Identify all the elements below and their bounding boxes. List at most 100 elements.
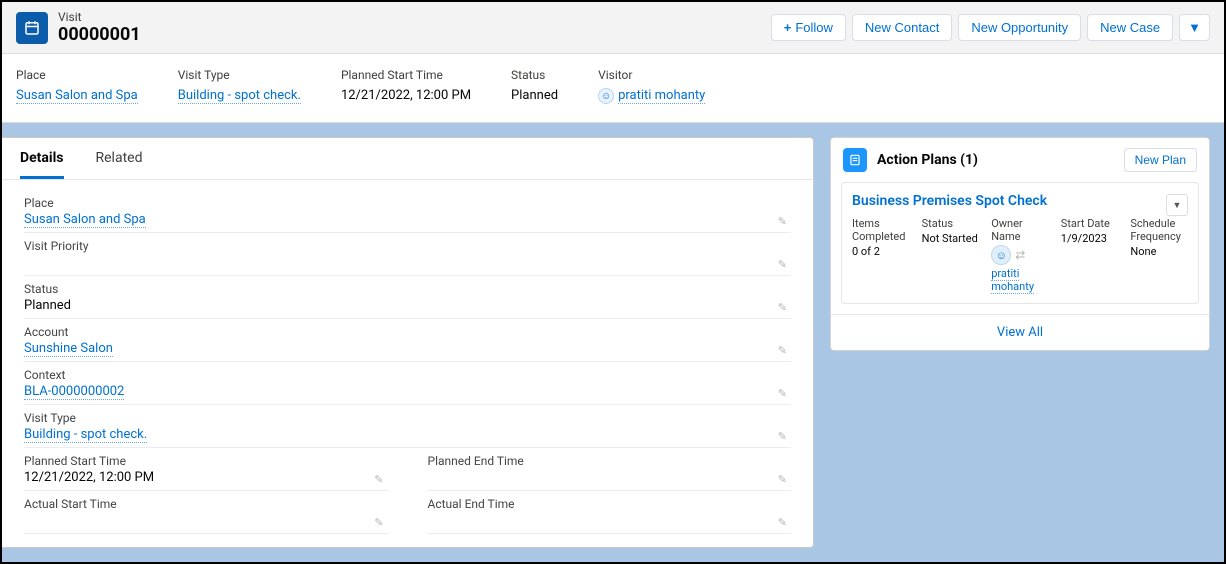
field-context: Context BLA-0000000002 ✎ bbox=[24, 362, 791, 405]
highlight-visit-type: Visit Type Building - spot check. bbox=[178, 68, 301, 104]
plan-menu-button[interactable]: ▼ bbox=[1166, 194, 1188, 216]
highlights-panel: Place Susan Salon and Spa Visit Type Bui… bbox=[2, 54, 1224, 123]
field-visit-priority: Visit Priority ✎ bbox=[24, 233, 791, 276]
highlight-status-label: Status bbox=[511, 68, 558, 82]
highlight-planned-start-value: 12/21/2022, 12:00 PM bbox=[341, 88, 471, 103]
action-plan-name-link[interactable]: Business Premises Spot Check bbox=[852, 193, 1166, 209]
edit-icon[interactable]: ✎ bbox=[778, 516, 787, 529]
edit-icon[interactable]: ✎ bbox=[374, 516, 383, 529]
edit-icon[interactable]: ✎ bbox=[778, 430, 787, 443]
new-opportunity-button[interactable]: New Opportunity bbox=[958, 14, 1081, 41]
new-plan-button[interactable]: New Plan bbox=[1124, 148, 1197, 172]
plan-start-date: Start Date 1/9/2023 bbox=[1061, 217, 1119, 293]
highlight-status: Status Planned bbox=[511, 68, 558, 104]
field-account-label: Account bbox=[24, 325, 791, 339]
tab-related[interactable]: Related bbox=[96, 150, 143, 179]
entity-label: Visit bbox=[58, 10, 141, 24]
field-place-value[interactable]: Susan Salon and Spa bbox=[24, 212, 146, 228]
edit-icon[interactable]: ✎ bbox=[778, 258, 787, 271]
edit-icon[interactable]: ✎ bbox=[778, 344, 787, 357]
place-link[interactable]: Susan Salon and Spa bbox=[16, 88, 138, 104]
plus-icon: + bbox=[784, 20, 792, 35]
visitor-link[interactable]: pratiti mohanty bbox=[618, 88, 705, 104]
field-account-value[interactable]: Sunshine Salon bbox=[24, 341, 113, 357]
plan-status-label: Status bbox=[922, 217, 980, 230]
new-case-button[interactable]: New Case bbox=[1087, 14, 1173, 41]
edit-icon[interactable]: ✎ bbox=[778, 473, 787, 486]
highlight-visitor-label: Visitor bbox=[598, 68, 705, 82]
plan-start-date-value: 1/9/2023 bbox=[1061, 232, 1119, 245]
plan-owner-link[interactable]: pratiti mohanty bbox=[991, 267, 1034, 294]
field-planned-start: Planned Start Time 12/21/2022, 12:00 PM … bbox=[24, 448, 388, 491]
field-actual-start-label: Actual Start Time bbox=[24, 497, 388, 511]
new-contact-label: New Contact bbox=[865, 20, 939, 35]
follow-label: Follow bbox=[795, 20, 833, 35]
plan-status: Status Not Started bbox=[922, 217, 980, 293]
plan-items-completed-label: Items Completed bbox=[852, 217, 910, 243]
highlight-place-label: Place bbox=[16, 68, 138, 82]
details-panel: Details Related Place Susan Salon and Sp… bbox=[2, 137, 814, 548]
field-visit-priority-value bbox=[24, 255, 791, 271]
action-plans-icon bbox=[843, 148, 867, 172]
tabs: Details Related bbox=[2, 138, 813, 180]
highlight-planned-start: Planned Start Time 12/21/2022, 12:00 PM bbox=[341, 68, 471, 104]
plan-owner: Owner Name ☺ ⇄ pratiti mohanty bbox=[991, 217, 1049, 293]
plan-schedule: Schedule Frequency None bbox=[1130, 217, 1188, 293]
highlight-status-value: Planned bbox=[511, 88, 558, 103]
field-planned-end: Planned End Time ✎ bbox=[428, 448, 792, 491]
plan-status-value: Not Started bbox=[922, 232, 980, 245]
tab-details[interactable]: Details bbox=[20, 150, 64, 179]
plan-owner-label: Owner Name bbox=[991, 217, 1049, 243]
more-actions-button[interactable]: ▼ bbox=[1179, 14, 1210, 41]
highlight-visitor: Visitor ☺pratiti mohanty bbox=[598, 68, 705, 104]
follow-button[interactable]: +Follow bbox=[771, 14, 846, 41]
field-context-value[interactable]: BLA-0000000002 bbox=[24, 384, 124, 400]
field-planned-end-value bbox=[428, 470, 792, 486]
new-contact-button[interactable]: New Contact bbox=[852, 14, 952, 41]
field-planned-start-value: 12/21/2022, 12:00 PM bbox=[24, 470, 388, 486]
record-title-block: Visit 00000001 bbox=[58, 10, 141, 45]
new-case-label: New Case bbox=[1100, 20, 1160, 35]
edit-icon[interactable]: ✎ bbox=[778, 215, 787, 228]
edit-icon[interactable]: ✎ bbox=[778, 387, 787, 400]
chevron-down-icon: ▼ bbox=[1188, 20, 1201, 35]
field-visit-priority-label: Visit Priority bbox=[24, 239, 791, 253]
field-status-label: Status bbox=[24, 282, 791, 296]
action-plan-item: Business Premises Spot Check ▼ Items Com… bbox=[841, 182, 1199, 304]
field-status-value: Planned bbox=[24, 298, 791, 314]
change-owner-icon[interactable]: ⇄ bbox=[1015, 248, 1025, 262]
field-visit-type-value[interactable]: Building - spot check. bbox=[24, 427, 147, 443]
highlight-planned-start-label: Planned Start Time bbox=[341, 68, 471, 82]
highlight-place: Place Susan Salon and Spa bbox=[16, 68, 138, 104]
owner-avatar-icon: ☺ bbox=[991, 245, 1011, 265]
field-context-label: Context bbox=[24, 368, 791, 382]
new-plan-label: New Plan bbox=[1135, 153, 1186, 167]
view-all-link[interactable]: View All bbox=[997, 325, 1043, 340]
header-actions: +Follow New Contact New Opportunity New … bbox=[771, 14, 1210, 41]
record-number: 00000001 bbox=[58, 24, 141, 45]
action-plans-title: Action Plans (1) bbox=[877, 152, 978, 168]
field-actual-end: Actual End Time ✎ bbox=[428, 491, 792, 534]
body-area: Details Related Place Susan Salon and Sp… bbox=[2, 123, 1224, 562]
field-actual-start: Actual Start Time ✎ bbox=[24, 491, 388, 534]
highlight-visit-type-label: Visit Type bbox=[178, 68, 301, 82]
field-place: Place Susan Salon and Spa ✎ bbox=[24, 190, 791, 233]
edit-icon[interactable]: ✎ bbox=[778, 301, 787, 314]
visitor-avatar-icon: ☺ bbox=[598, 88, 614, 104]
edit-icon[interactable]: ✎ bbox=[374, 473, 383, 486]
field-place-label: Place bbox=[24, 196, 791, 210]
plan-items-completed: Items Completed 0 of 2 bbox=[852, 217, 910, 293]
record-header: Visit 00000001 +Follow New Contact New O… bbox=[2, 2, 1224, 54]
action-plans-card: Action Plans (1) New Plan Business Premi… bbox=[830, 137, 1210, 351]
details-body: Place Susan Salon and Spa ✎ Visit Priori… bbox=[2, 180, 813, 544]
field-visit-type: Visit Type Building - spot check. ✎ bbox=[24, 405, 791, 448]
action-plans-header: Action Plans (1) New Plan bbox=[831, 138, 1209, 182]
field-planned-start-label: Planned Start Time bbox=[24, 454, 388, 468]
chevron-down-icon: ▼ bbox=[1173, 200, 1182, 211]
sidebar: Action Plans (1) New Plan Business Premi… bbox=[830, 137, 1210, 548]
plan-items-completed-value: 0 of 2 bbox=[852, 245, 910, 258]
plan-start-date-label: Start Date bbox=[1061, 217, 1119, 230]
visit-entity-icon bbox=[16, 12, 48, 44]
field-actual-end-value bbox=[428, 513, 792, 529]
visit-type-link[interactable]: Building - spot check. bbox=[178, 88, 301, 104]
